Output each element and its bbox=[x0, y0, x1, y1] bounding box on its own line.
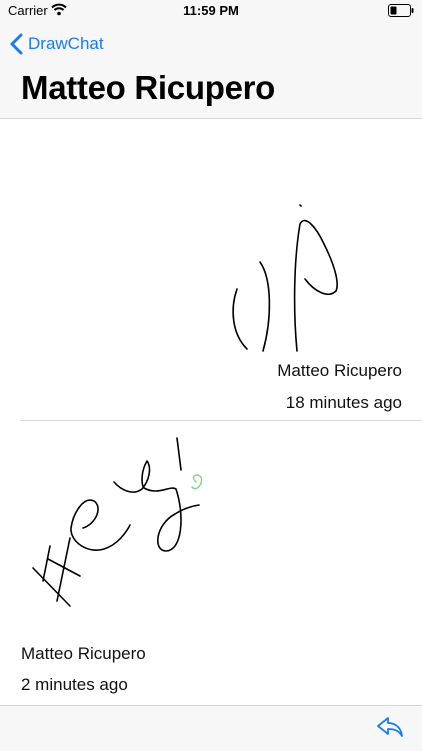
message-author: Matteo Ricupero bbox=[21, 644, 146, 663]
page-title: Matteo Ricupero bbox=[21, 69, 276, 106]
back-button[interactable]: DrawChat bbox=[10, 31, 104, 57]
message-drawing bbox=[32, 437, 203, 607]
reply-button[interactable] bbox=[376, 716, 404, 743]
status-bar: Carrier 11:59 PM bbox=[0, 0, 422, 22]
back-button-label: DrawChat bbox=[28, 34, 104, 53]
message-drawing bbox=[232, 204, 338, 352]
navigation-bar: DrawChat Matteo Ricupero bbox=[0, 22, 422, 119]
message-timestamp: 2 minutes ago bbox=[21, 675, 128, 694]
reply-icon bbox=[377, 717, 403, 737]
message-timestamp: 18 minutes ago bbox=[285, 393, 402, 412]
message-item[interactable]: Matteo Ricupero 18 minutes ago bbox=[0, 119, 422, 421]
chevron-left-icon bbox=[10, 33, 23, 55]
battery-icon bbox=[388, 4, 414, 22]
status-time: 11:59 PM bbox=[183, 3, 239, 18]
message-item[interactable]: Matteo Ricupero 2 minutes ago bbox=[0, 421, 422, 704]
message-author: Matteo Ricupero bbox=[277, 361, 402, 380]
bottom-toolbar bbox=[0, 705, 422, 751]
